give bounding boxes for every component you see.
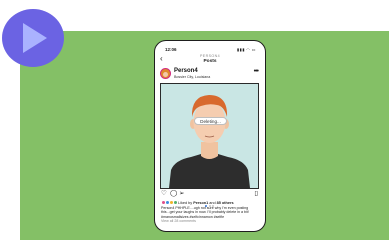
- heart-icon[interactable]: ♡: [161, 190, 167, 197]
- bookmark-icon[interactable]: ▯: [254, 190, 258, 197]
- post-location[interactable]: Bossier City, Louisiana: [174, 75, 210, 79]
- play-icon: [23, 23, 47, 53]
- likes-text: Liked by Person1 and 85 others: [178, 201, 234, 205]
- likes-user[interactable]: Person1: [193, 201, 208, 205]
- posts-nav-bar: ‹ PERSON4 Posts: [155, 53, 265, 67]
- more-horizontal-icon[interactable]: •••: [254, 68, 259, 75]
- comment-icon[interactable]: ◯: [170, 190, 177, 197]
- avatar[interactable]: [160, 68, 171, 79]
- post-header: Person4 Bossier City, Louisiana •••: [155, 67, 265, 83]
- post-image: Deleting...: [160, 83, 259, 189]
- post-caption: Person4 PHHPLE....ugh not sure why I'm e…: [161, 206, 259, 224]
- status-time: 12:06: [165, 47, 177, 52]
- person-illustration: [169, 95, 250, 188]
- phone-mockup: 12:06 ▮▮▮ ◠ ▭ ‹ PERSON4 Posts Person4 Bo…: [154, 40, 266, 232]
- post-actions: ♡ ◯ ➢ ▯: [155, 190, 265, 207]
- send-icon[interactable]: ➢: [179, 190, 184, 197]
- nav-subtitle: PERSON4: [200, 54, 220, 58]
- play-button[interactable]: [2, 9, 64, 67]
- view-comments-link[interactable]: View all 28 comments: [161, 219, 259, 223]
- liker-avatars: [161, 200, 178, 205]
- signal-battery-icon: ▮▮▮ ◠ ▭: [236, 47, 256, 52]
- deleting-overlay: Deleting...: [194, 117, 227, 125]
- likes-count[interactable]: 85 others: [217, 201, 234, 205]
- likes-prefix: Liked by: [178, 200, 193, 205]
- video-canvas: 12:06 ▮▮▮ ◠ ▭ ‹ PERSON4 Posts Person4 Bo…: [0, 0, 389, 240]
- post-username[interactable]: Person4: [174, 68, 198, 74]
- nav-title: Posts: [203, 59, 217, 64]
- likes-connector: and: [209, 200, 216, 205]
